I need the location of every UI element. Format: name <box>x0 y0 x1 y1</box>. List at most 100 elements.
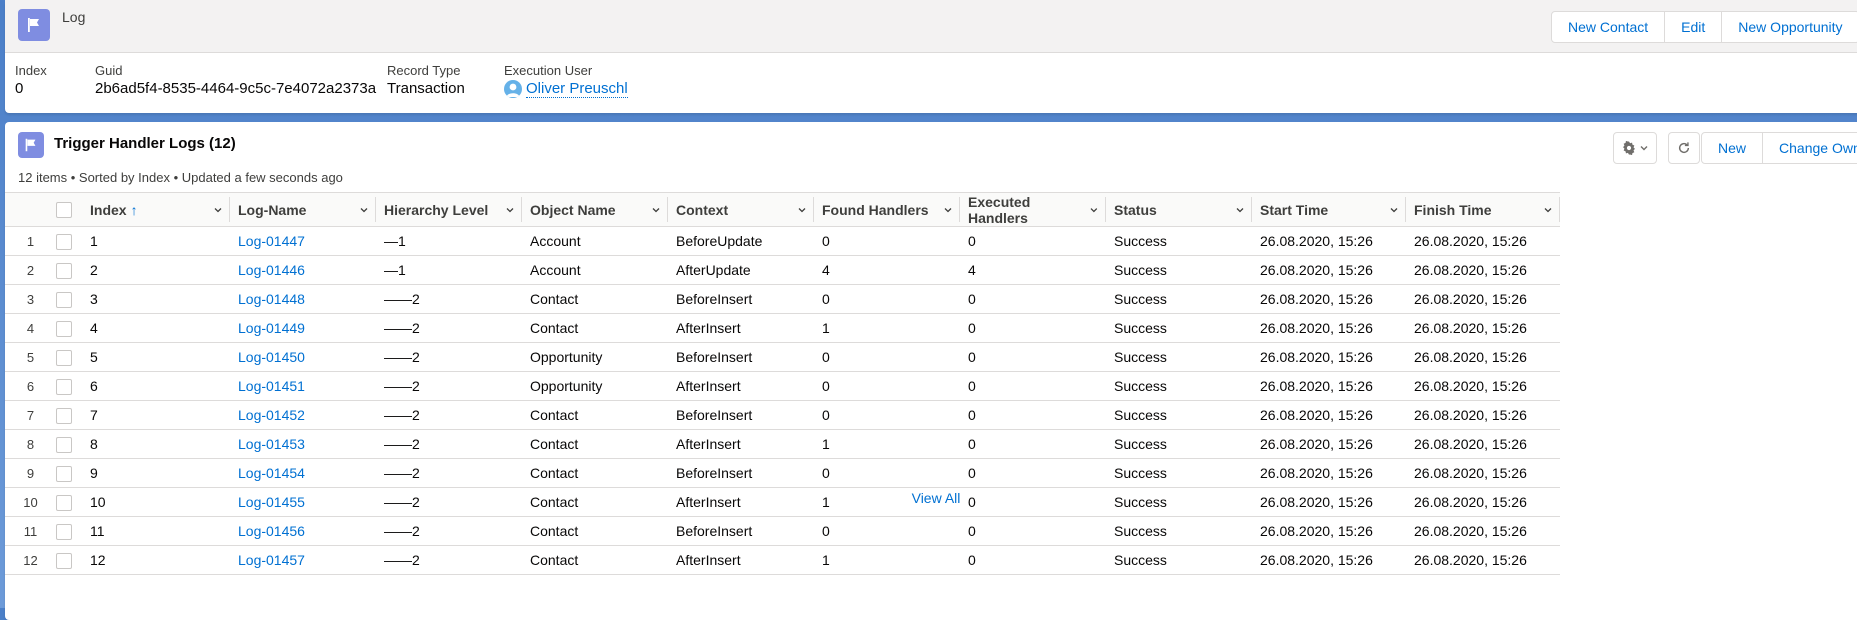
chevron-down-icon[interactable] <box>652 206 660 214</box>
row-checkbox-cell <box>56 226 82 256</box>
change-owner-button[interactable]: Change Own <box>1762 132 1857 164</box>
cell-executed-handlers: 0 <box>960 313 1106 343</box>
cell-finish-time: 26.08.2020, 15:26 <box>1406 284 1560 314</box>
column-header-object-name[interactable]: Object Name <box>522 192 668 227</box>
cell-found-handlers-text: 0 <box>822 378 830 394</box>
cell-log-name-text[interactable]: Log-01454 <box>238 465 305 481</box>
cell-status: Success <box>1106 516 1252 546</box>
row-checkbox[interactable] <box>56 378 72 395</box>
cell-executed-handlers-text: 0 <box>968 291 976 307</box>
row-checkbox[interactable] <box>56 262 72 279</box>
new-button[interactable]: New <box>1701 132 1764 164</box>
row-checkbox-cell <box>56 313 82 343</box>
cell-index: 1 <box>82 226 230 256</box>
list-settings-button[interactable] <box>1613 132 1657 164</box>
column-header-status[interactable]: Status <box>1106 192 1252 227</box>
row-checkbox[interactable] <box>56 465 72 482</box>
cell-start-time: 26.08.2020, 15:26 <box>1252 342 1406 372</box>
cell-log-name-text[interactable]: Log-01450 <box>238 349 305 365</box>
cell-start-time: 26.08.2020, 15:26 <box>1252 255 1406 285</box>
cell-log-name-text[interactable]: Log-01446 <box>238 262 305 278</box>
chevron-down-icon[interactable] <box>1390 206 1398 214</box>
refresh-button[interactable] <box>1668 132 1700 164</box>
cell-log-name-text[interactable]: Log-01452 <box>238 407 305 423</box>
cell-log-name-text[interactable]: Log-01447 <box>238 233 305 249</box>
chevron-down-icon[interactable] <box>1090 206 1098 214</box>
cell-index-text: 2 <box>90 262 98 278</box>
view-all-link[interactable]: View All <box>5 490 1857 506</box>
cell-hierarchy-level: ——2 <box>376 342 522 372</box>
cell-object-name-text: Contact <box>530 436 579 452</box>
edit-button[interactable]: Edit <box>1664 11 1723 43</box>
cell-log-name-text[interactable]: Log-01449 <box>238 320 305 336</box>
cell-finish-time: 26.08.2020, 15:26 <box>1406 400 1560 430</box>
column-header-found-handlers[interactable]: Found Handlers <box>814 192 960 227</box>
new-contact-button[interactable]: New Contact <box>1551 11 1666 43</box>
cell-log-name: Log-01452 <box>230 400 376 430</box>
column-header-finish-time[interactable]: Finish Time <box>1406 192 1560 227</box>
row-checkbox-cell <box>56 458 82 488</box>
chevron-down-icon[interactable] <box>798 206 806 214</box>
row-checkbox[interactable] <box>56 523 72 540</box>
chevron-down-icon[interactable] <box>506 206 514 214</box>
cell-log-name-text[interactable]: Log-01451 <box>238 378 305 394</box>
new-opportunity-button[interactable]: New Opportunity <box>1721 11 1857 43</box>
cell-context-text: AfterInsert <box>676 436 741 452</box>
cell-hierarchy-level: —1 <box>376 255 522 285</box>
related-list-title[interactable]: Trigger Handler Logs (12) <box>54 135 236 152</box>
column-header-context[interactable]: Context <box>668 192 814 227</box>
row-checkbox[interactable] <box>56 233 72 250</box>
cell-executed-handlers: 4 <box>960 255 1106 285</box>
chevron-down-icon[interactable] <box>214 206 222 214</box>
row-checkbox[interactable] <box>56 349 72 366</box>
user-link[interactable]: Oliver Preuschl <box>504 80 628 98</box>
column-header-hierarchy-level[interactable]: Hierarchy Level <box>376 192 522 227</box>
row-checkbox[interactable] <box>56 552 72 569</box>
chevron-down-icon[interactable] <box>1236 206 1244 214</box>
row-checkbox[interactable] <box>56 320 72 337</box>
column-header-start-time[interactable]: Start Time <box>1252 192 1406 227</box>
cell-start-time-text: 26.08.2020, 15:26 <box>1260 262 1373 278</box>
related-list-actions: New Change Own <box>1701 132 1857 164</box>
row-checkbox[interactable] <box>56 291 72 308</box>
cell-log-name-text[interactable]: Log-01456 <box>238 523 305 539</box>
cell-index-text: 12 <box>90 552 106 568</box>
field-label: Record Type <box>387 63 461 78</box>
cell-start-time: 26.08.2020, 15:26 <box>1252 429 1406 459</box>
cell-start-time: 26.08.2020, 15:26 <box>1252 371 1406 401</box>
cell-log-name-text[interactable]: Log-01448 <box>238 291 305 307</box>
cell-finish-time-text: 26.08.2020, 15:26 <box>1414 523 1527 539</box>
field-index: Index 0 <box>15 63 47 97</box>
cell-context-text: AfterInsert <box>676 552 741 568</box>
chevron-down-icon[interactable] <box>1544 206 1552 214</box>
cell-start-time: 26.08.2020, 15:26 <box>1252 400 1406 430</box>
row-number-text: 1 <box>26 233 35 249</box>
cell-executed-handlers-text: 0 <box>968 436 976 452</box>
column-header-executed-handlers[interactable]: Executed Handlers <box>960 192 1106 227</box>
cell-finish-time-text: 26.08.2020, 15:26 <box>1414 233 1527 249</box>
row-number: 2 <box>5 255 56 285</box>
cell-hierarchy-level-text: ——2 <box>384 465 420 481</box>
cell-log-name-text[interactable]: Log-01457 <box>238 552 305 568</box>
row-checkbox[interactable] <box>56 436 72 453</box>
cell-found-handlers-text: 1 <box>822 320 830 336</box>
column-header-log-name[interactable]: Log-Name <box>230 192 376 227</box>
cell-executed-handlers: 0 <box>960 284 1106 314</box>
user-name[interactable]: Oliver Preuschl <box>526 80 628 98</box>
cell-start-time: 26.08.2020, 15:26 <box>1252 516 1406 546</box>
chevron-down-icon[interactable] <box>360 206 368 214</box>
row-checkbox[interactable] <box>56 407 72 424</box>
cell-index: 9 <box>82 458 230 488</box>
chevron-down-icon[interactable] <box>944 206 952 214</box>
gear-icon <box>1623 141 1635 155</box>
row-number: 7 <box>5 400 56 430</box>
cell-status: Success <box>1106 400 1252 430</box>
column-header-index[interactable]: Index ↑ <box>82 192 230 227</box>
cell-context-text: BeforeInsert <box>676 291 753 307</box>
cell-found-handlers: 0 <box>814 371 960 401</box>
cell-index: 2 <box>82 255 230 285</box>
cell-log-name-text[interactable]: Log-01453 <box>238 436 305 452</box>
cell-context-text: BeforeInsert <box>676 349 753 365</box>
select-all-checkbox[interactable] <box>56 202 72 219</box>
select-all-header <box>56 192 82 227</box>
